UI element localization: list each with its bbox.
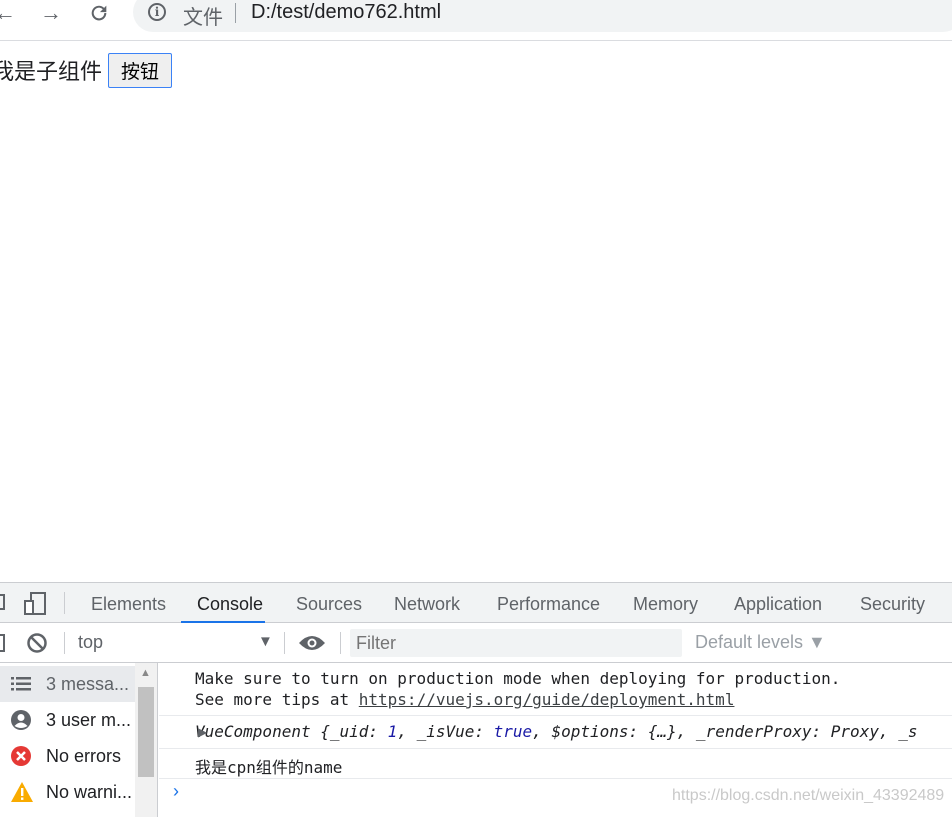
console-message: See more tips at https://vuejs.org/guide… <box>195 690 734 709</box>
console-sidebar: 3 messa... 3 user m... No errors No warn… <box>0 663 158 817</box>
toolbar-separator <box>284 632 285 654</box>
console-text: See more tips at <box>195 690 359 709</box>
tab-memory[interactable]: Memory <box>633 583 698 623</box>
sidebar-toggle-icon[interactable] <box>0 634 8 657</box>
console-message: Make sure to turn on production mode whe… <box>195 669 841 688</box>
list-icon <box>10 673 32 695</box>
tabbar-separator <box>64 592 65 614</box>
message-divider <box>159 748 952 749</box>
scroll-up-icon[interactable]: ▲ <box>140 667 151 679</box>
inspect-element-icon[interactable] <box>0 593 8 618</box>
message-divider <box>159 715 952 716</box>
vc-uid: 1 <box>387 722 398 741</box>
tab-application[interactable]: Application <box>734 583 822 623</box>
watermark: https://blog.csdn.net/weixin_43392489 <box>672 787 945 804</box>
scroll-thumb[interactable] <box>138 687 154 777</box>
message-divider <box>159 778 952 779</box>
url-text[interactable]: D:/test/demo762.html <box>251 1 441 24</box>
toolbar-separator <box>340 632 341 654</box>
warning-icon <box>10 781 33 803</box>
log-levels-dropdown[interactable]: Default levels ▼ <box>695 632 826 653</box>
tab-performance[interactable]: Performance <box>497 583 600 623</box>
devtools-panel: Elements Console Sources Network Perform… <box>0 582 952 817</box>
vc-rest: , $options: {…}, _renderProxy: Proxy, _s <box>532 722 918 741</box>
page-button[interactable]: 按钮 <box>108 52 173 88</box>
context-selector[interactable]: top <box>78 632 103 653</box>
forward-button[interactable]: → <box>40 0 62 26</box>
info-icon[interactable]: i <box>148 3 166 21</box>
console-message: 我是cpn组件的name <box>195 758 343 777</box>
file-scheme-label: 文件 <box>183 7 223 29</box>
console-toolbar: top ▼ Default levels ▼ <box>0 623 952 663</box>
browser-toolbar: ← → i 文件 D:/test/demo762.html <box>0 0 952 41</box>
tab-console[interactable]: Console <box>181 583 265 623</box>
filter-input[interactable] <box>350 629 682 657</box>
vc-name: VueComponent <box>195 722 321 741</box>
vc-isvue: true <box>493 722 533 741</box>
sidebar-item-label: 3 messa... <box>46 674 130 694</box>
eye-icon[interactable] <box>298 633 326 658</box>
error-icon <box>10 745 32 767</box>
sidebar-item-errors[interactable]: No errors <box>0 738 135 774</box>
sidebar-item-label: No errors <box>46 746 122 766</box>
tab-network[interactable]: Network <box>394 583 460 623</box>
vc-isvue-key: , _isVue: <box>397 722 494 741</box>
omnibox-separator <box>235 3 236 23</box>
device-toggle-icon[interactable] <box>24 592 48 621</box>
tab-elements[interactable]: Elements <box>91 583 166 623</box>
expand-triangle-icon[interactable]: ▶ <box>198 725 207 739</box>
reload-icon <box>91 5 107 21</box>
tab-sources[interactable]: Sources <box>296 583 362 623</box>
deployment-link[interactable]: https://vuejs.org/guide/deployment.html <box>359 690 735 709</box>
reload-button[interactable] <box>88 0 110 26</box>
sidebar-scrollbar[interactable]: ▲ <box>135 663 157 817</box>
sidebar-item-user-messages[interactable]: 3 user m... <box>0 702 135 738</box>
sidebar-item-messages[interactable]: 3 messa... <box>0 666 135 702</box>
sidebar-item-warnings[interactable]: No warni... <box>0 774 135 810</box>
chevron-down-icon[interactable]: ▼ <box>258 633 273 650</box>
tab-security[interactable]: Security <box>860 583 925 623</box>
sidebar-item-label: 3 user m... <box>46 710 132 730</box>
console-prompt-icon[interactable]: › <box>173 781 179 802</box>
toolbar-separator <box>64 632 65 654</box>
sidebar-item-label: No warni... <box>46 782 133 802</box>
back-button[interactable]: ← <box>0 0 16 26</box>
page-content: 我是子组件 按钮 <box>0 52 173 88</box>
devtools-tabbar: Elements Console Sources Network Perform… <box>0 582 952 623</box>
child-component-text: 我是子组件 <box>0 59 103 84</box>
vuecomponent-object[interactable]: VueComponent {_uid: 1, _isVue: true, $op… <box>195 722 917 741</box>
vc-open: {_uid: <box>320 722 388 741</box>
clear-console-icon[interactable] <box>26 632 48 659</box>
user-icon <box>10 709 32 731</box>
